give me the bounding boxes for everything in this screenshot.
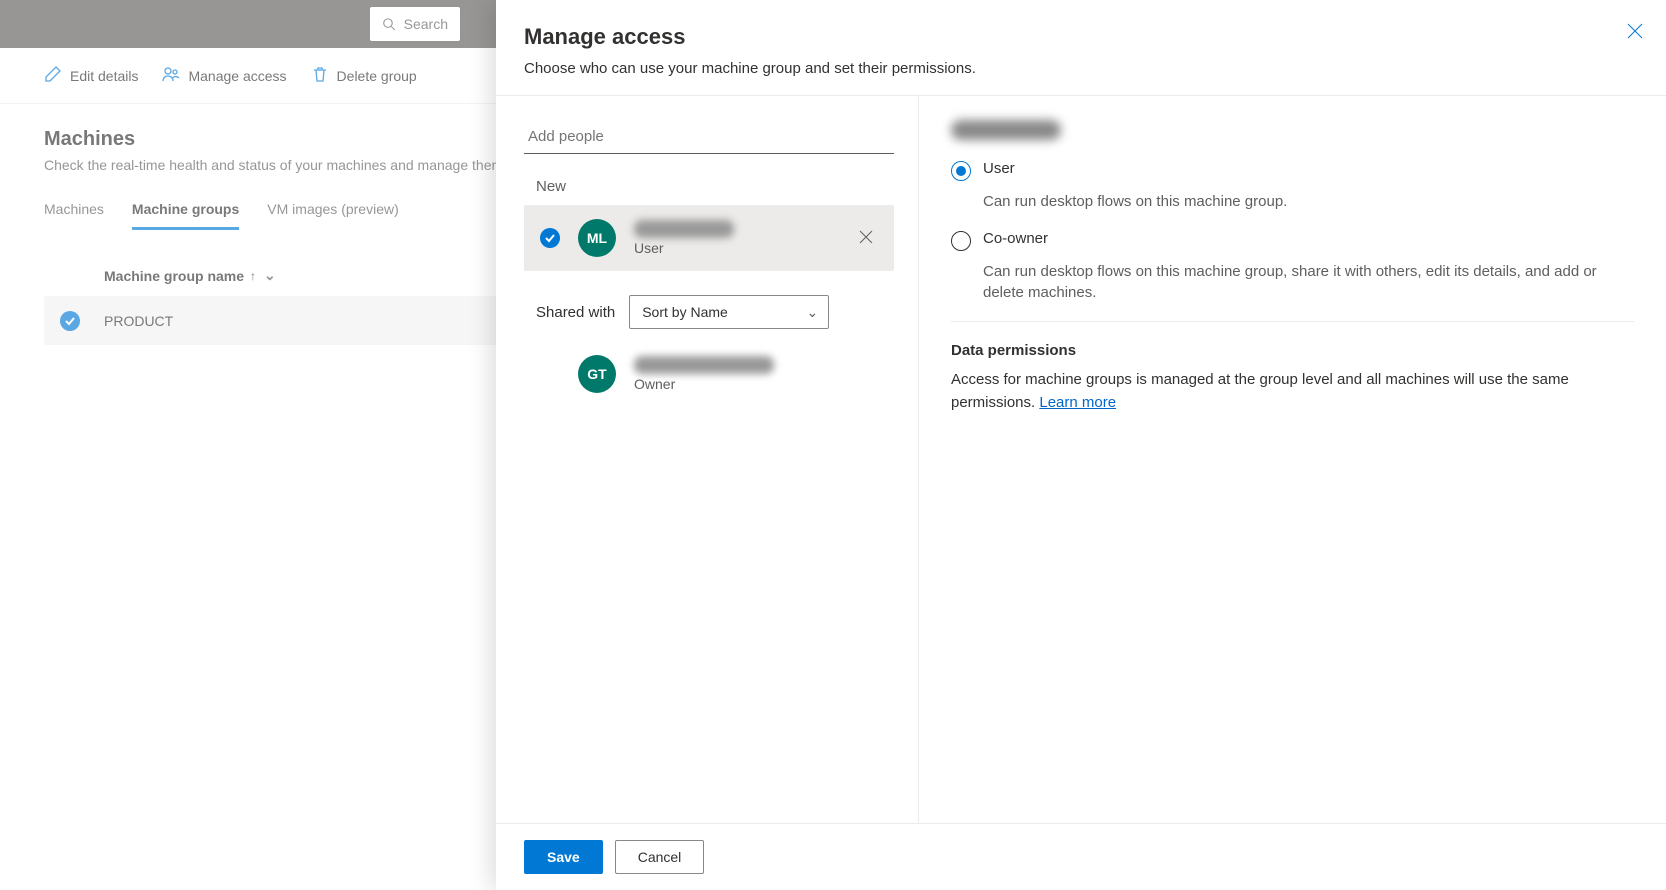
divider	[951, 321, 1634, 322]
person-info: User	[634, 220, 836, 256]
panel-right: User Can run desktop flows on this machi…	[919, 96, 1666, 823]
avatar: GT	[578, 355, 616, 393]
permission-user-row[interactable]: User	[951, 160, 1634, 181]
radio-coowner-description: Can run desktop flows on this machine gr…	[983, 261, 1634, 303]
person-role: Owner	[634, 376, 878, 392]
shared-with-label: Shared with	[536, 304, 615, 321]
add-people-input[interactable]	[524, 120, 894, 154]
manage-access-panel: Manage access Choose who can use your ma…	[496, 0, 1666, 890]
panel-subtitle: Choose who can use your machine group an…	[524, 60, 1638, 77]
close-button[interactable]	[1626, 22, 1644, 43]
person-row-new[interactable]: ML User	[524, 205, 894, 271]
person-name-redacted	[634, 220, 734, 238]
person-role: User	[634, 240, 836, 256]
radio-coowner-label: Co-owner	[983, 230, 1048, 247]
cancel-button[interactable]: Cancel	[615, 840, 705, 874]
selected-person-name-redacted	[951, 120, 1061, 140]
person-info: Owner	[634, 356, 878, 392]
close-icon	[1626, 22, 1644, 40]
sort-by-select[interactable]: Sort by Name ⌄	[629, 295, 829, 329]
radio-user[interactable]	[951, 161, 971, 181]
permission-coowner-row[interactable]: Co-owner	[951, 230, 1634, 251]
remove-person-button[interactable]	[854, 225, 878, 252]
learn-more-link[interactable]: Learn more	[1039, 394, 1116, 411]
radio-user-label: User	[983, 160, 1015, 177]
panel-footer: Save Cancel	[496, 823, 1666, 890]
shared-with-row: Shared with Sort by Name ⌄	[536, 295, 894, 329]
data-permissions-text: Access for machine groups is managed at …	[951, 369, 1634, 414]
close-icon	[858, 229, 874, 245]
data-permissions-heading: Data permissions	[951, 342, 1634, 359]
chevron-down-icon: ⌄	[806, 304, 818, 321]
save-button[interactable]: Save	[524, 840, 603, 874]
avatar: ML	[578, 219, 616, 257]
sort-value: Sort by Name	[642, 304, 728, 320]
panel-title: Manage access	[524, 24, 1638, 50]
panel-left: New ML User Shared with	[496, 96, 919, 823]
radio-user-description: Can run desktop flows on this machine gr…	[983, 191, 1634, 212]
person-name-redacted	[634, 356, 774, 374]
panel-header: Manage access Choose who can use your ma…	[496, 0, 1666, 96]
person-selected-icon[interactable]	[540, 228, 560, 248]
radio-dot-icon	[956, 166, 966, 176]
person-row-shared[interactable]: GT Owner	[524, 341, 894, 407]
radio-coowner[interactable]	[951, 231, 971, 251]
new-section-label: New	[536, 178, 894, 195]
modal-overlay[interactable]	[0, 0, 496, 890]
